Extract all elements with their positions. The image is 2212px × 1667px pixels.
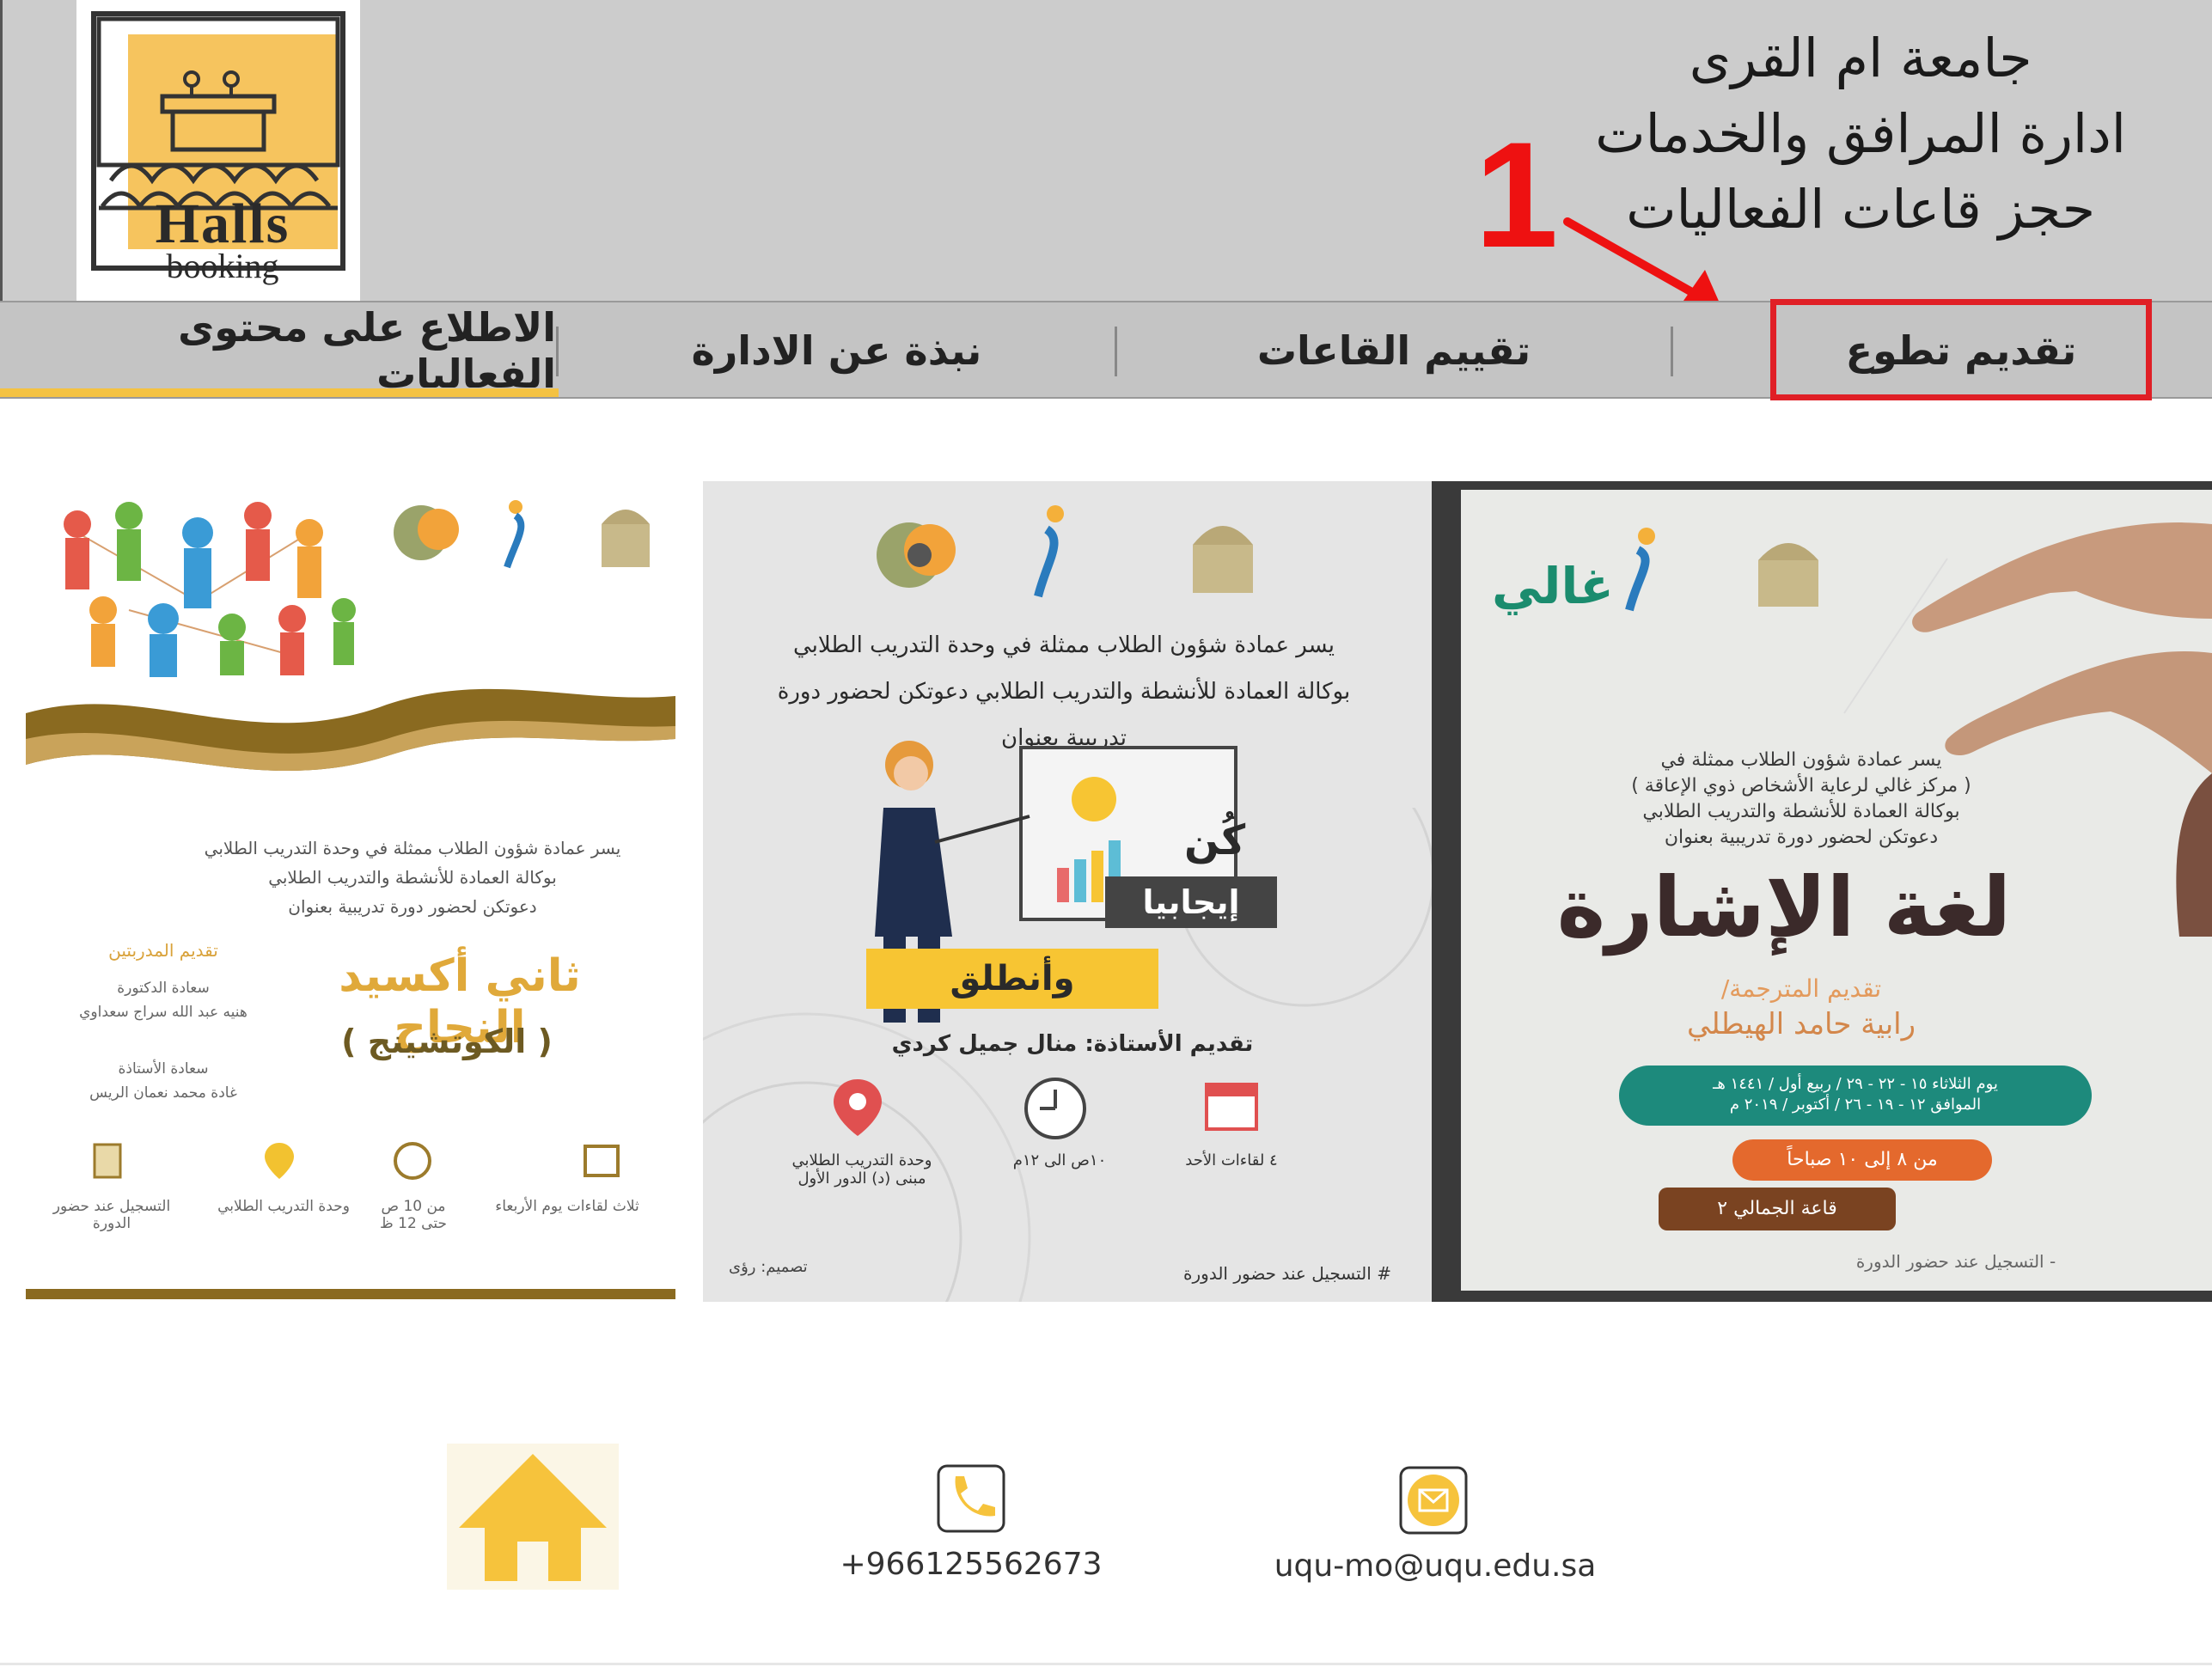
poster-note: التسجيل عند حضور الدورة bbox=[52, 1198, 171, 1232]
nav-divider bbox=[1115, 327, 1117, 376]
poster-presenter: رابية حامد الهيطلي bbox=[1686, 1007, 1916, 1041]
students-first-logo-icon bbox=[1625, 528, 1655, 612]
poster-presenter: تقديم الأستاذة: منال جميل كردي bbox=[891, 1031, 1254, 1057]
poster-time: من 10 ص حتى 12 ظ bbox=[380, 1198, 447, 1232]
location-pin-icon bbox=[265, 1143, 294, 1179]
annotation-highlight-box bbox=[1770, 299, 2152, 400]
poster-date-pill: يوم الثلاثاء ١٥ - ٢٢ - ٢٩ / ربيع أول / ١… bbox=[1619, 1066, 2092, 1126]
poster-tag-be: كُن bbox=[1184, 816, 1246, 864]
poster-intro: يسر عمادة شؤون الطلاب ممثلة في وحدة التد… bbox=[204, 838, 621, 917]
poster-time-pill: من ٨ إلى ١٠ صباحاً bbox=[1732, 1139, 1992, 1181]
university-emblem-icon bbox=[1758, 543, 1818, 607]
footer-divider bbox=[0, 1663, 2212, 1665]
ghali-logo: غالي bbox=[1492, 557, 1614, 615]
event-poster-be-positive[interactable]: يسر عمادة شؤون الطلاب ممثلة في وحدة التد… bbox=[703, 481, 1432, 1302]
halls-booking-logo[interactable]: Halls booking bbox=[76, 0, 360, 301]
phone-icon[interactable] bbox=[937, 1464, 1005, 1533]
event-poster-coaching[interactable]: يسر عمادة شؤون الطلاب ممثلة في وحدة التد… bbox=[26, 481, 675, 1302]
clock-icon bbox=[394, 1142, 431, 1180]
poster-logos-icon bbox=[394, 500, 650, 569]
nav-divider bbox=[1671, 327, 1673, 376]
register-icon bbox=[93, 1143, 122, 1179]
poster-subtitle: ( الكوتشينج ) bbox=[341, 1023, 553, 1060]
poster-place-pill: قاعة الجمالي ٢ bbox=[1659, 1188, 1896, 1230]
home-icon[interactable] bbox=[447, 1444, 619, 1590]
nav-about[interactable]: نبذة عن الادارة bbox=[559, 302, 1115, 399]
email-address[interactable]: uqu-mo@uqu.edu.sa bbox=[1237, 1548, 1633, 1584]
site-header: Halls booking جامعة ام القرى ادارة المرا… bbox=[0, 0, 2212, 301]
phone-number[interactable]: +966125562673 bbox=[808, 1547, 1134, 1582]
poster-bottom-bar bbox=[26, 1289, 675, 1299]
poster-tag-go: وأنطلق bbox=[866, 949, 1158, 1009]
department-name: ادارة المرافق والخدمات bbox=[1595, 102, 2126, 165]
poster-presenters-label: تقديم المدربتين bbox=[108, 940, 218, 961]
location-pin-icon bbox=[834, 1079, 882, 1136]
poster-place: وحدة التدريب الطلابي مبنى (د) الدور الأو… bbox=[791, 1151, 932, 1188]
nav-events-content[interactable]: الاطلاع على محتوى الفعاليات bbox=[0, 302, 556, 399]
site-footer: +966125562673 uqu-mo@uqu.edu.sa bbox=[0, 1444, 2212, 1641]
calendar-icon bbox=[1205, 1083, 1258, 1131]
event-poster-sign-language[interactable]: غالي يسر عمادة شؤون الطلاب ممثلة في ( مر… bbox=[1432, 481, 2212, 1302]
poster-tag-positive: إيجابيا bbox=[1105, 876, 1277, 928]
logo-subtitle: booking bbox=[166, 247, 279, 285]
poster-note: # التسجيل عند حضور الدورة bbox=[1183, 1263, 1391, 1284]
events-gallery: غالي يسر عمادة شؤون الطلاب ممثلة في ( مر… bbox=[0, 481, 2212, 1306]
annotation-step-number: 1 bbox=[1475, 112, 1559, 279]
poster-designer: تصميم: رؤى bbox=[729, 1258, 808, 1276]
email-icon[interactable] bbox=[1399, 1466, 1468, 1535]
calendar-icon bbox=[584, 1145, 620, 1177]
poster-presenter-1: سعادة الدكتورة هنيه عبد الله سراج سعداوي bbox=[79, 980, 247, 1021]
students-first-logo-icon bbox=[1034, 505, 1064, 598]
poster-note: - التسجيل عند حضور الدورة bbox=[1855, 1251, 2056, 1272]
nav-rate-halls[interactable]: تقييم القاعات bbox=[1117, 302, 1671, 399]
poster-presenter-label: تقديم المترجمة/ bbox=[1720, 974, 1882, 1003]
clock-icon bbox=[1024, 1078, 1086, 1139]
training-unit-logo-icon bbox=[877, 522, 956, 588]
poster-day: ٤ لقاءات الأحد bbox=[1185, 1151, 1278, 1169]
poster-title: لغة الإشارة bbox=[1556, 859, 2012, 956]
poster-presenter-2: سعادة الأستاذة غادة محمد نعمان الريس bbox=[89, 1060, 237, 1102]
university-emblem-icon bbox=[1193, 526, 1253, 593]
poster-days: ثلاث لقاءات يوم الأربعاء bbox=[495, 1198, 639, 1215]
nav-active-indicator bbox=[0, 388, 559, 397]
nav-divider bbox=[556, 327, 559, 376]
university-name: جامعة ام القرى bbox=[1689, 27, 2032, 89]
logo-title: Halls bbox=[155, 192, 290, 255]
poster-time: ١٠ص الى ١٢م bbox=[1012, 1151, 1107, 1169]
poster-intro: يسر عمادة شؤون الطلاب ممثلة في ( مركز غا… bbox=[1631, 749, 1971, 848]
poster-place: وحدة التدريب الطلابي bbox=[217, 1198, 350, 1215]
